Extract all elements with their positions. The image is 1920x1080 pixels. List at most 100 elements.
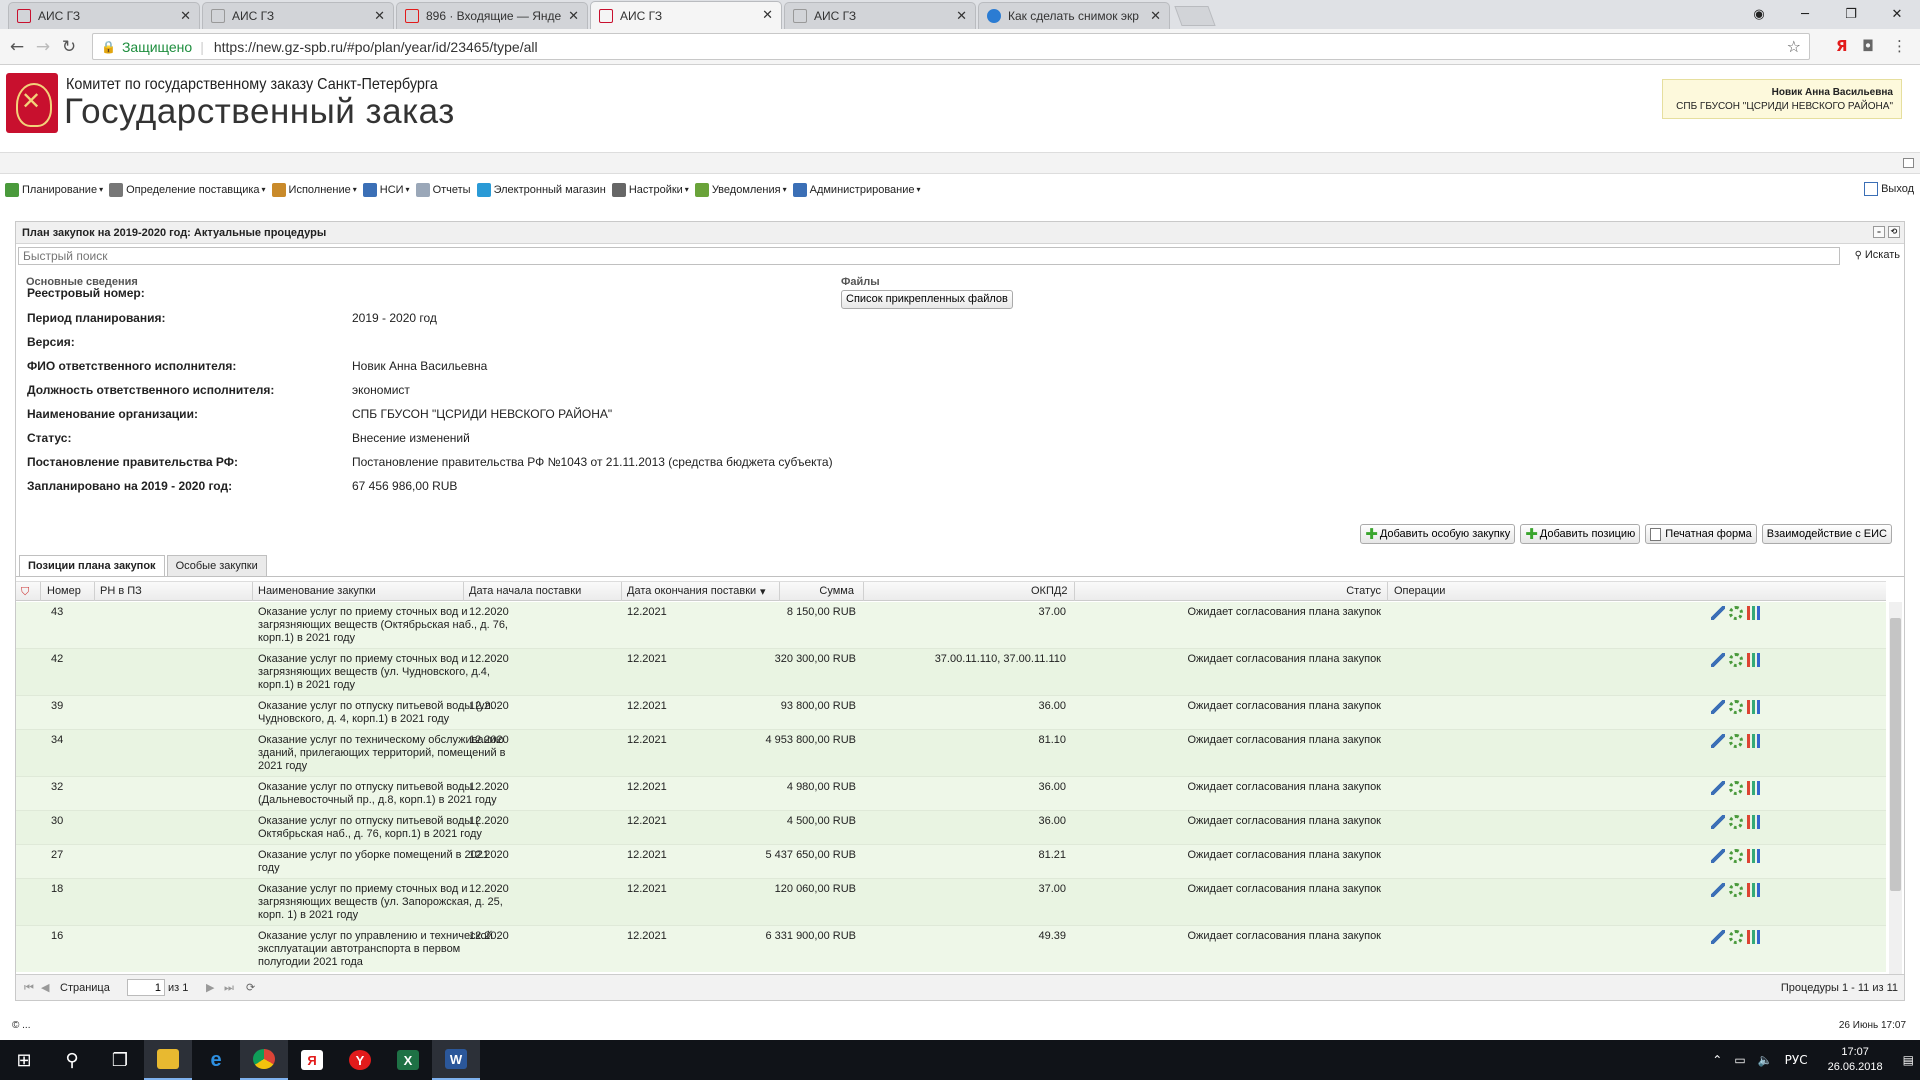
tab-special-purchases[interactable]: Особые закупки [166,555,267,576]
ie-icon[interactable]: e [192,1040,240,1080]
col-number[interactable]: Номер [47,585,81,597]
quick-search-input[interactable] [18,247,1840,265]
settings-gear-icon[interactable] [1729,930,1743,944]
edit-icon[interactable] [1711,883,1725,897]
settings-gear-icon[interactable] [1729,606,1743,620]
col-end-date[interactable]: Дата окончания поставки [627,585,756,597]
excel-icon[interactable]: X [384,1040,432,1080]
last-page-icon[interactable]: ⏭ [224,981,234,995]
browser-tab-4[interactable]: АИС ГЗ ✕ [590,1,782,29]
col-status[interactable]: Статус [1341,585,1381,597]
menu-item-9[interactable]: Администрирование ▾ [792,182,921,197]
table-row[interactable]: 39 Оказание услуг по отпуску питьевой вод… [16,696,1886,730]
settings-gear-icon[interactable] [1729,883,1743,897]
grid-scrollbar-thumb[interactable] [1890,618,1901,891]
close-window-button[interactable]: ✕ [1874,7,1920,22]
bar-chart-icon[interactable] [1747,883,1761,897]
bar-chart-icon[interactable] [1747,700,1761,714]
windows-start-icon[interactable]: ⊞ [0,1040,48,1080]
chrome-menu-icon[interactable]: ⋮ [1892,37,1907,55]
tab-close-icon[interactable]: ✕ [374,9,385,24]
chrome-icon[interactable] [240,1040,288,1080]
next-page-icon[interactable]: ▶ [206,981,214,994]
logout-button[interactable]: Выход [1864,182,1914,196]
clear-filter-icon[interactable]: ⛉ [21,585,29,599]
attached-files-button[interactable]: Список прикрепленных файлов [841,290,1013,309]
edit-icon[interactable] [1711,653,1725,667]
minimize-button[interactable]: ─ [1782,7,1828,22]
maximize-button[interactable]: ❐ [1828,7,1874,22]
bar-chart-icon[interactable] [1747,606,1761,620]
menu-item-2[interactable]: Определение поставщика ▾ [109,182,266,197]
edit-icon[interactable] [1711,849,1725,863]
table-row[interactable]: 16 Оказание услуг по управлению и техниче… [16,926,1886,972]
col-start-date[interactable]: Дата начала поставки [469,585,581,597]
yandex-icon[interactable]: Я [288,1040,336,1080]
new-tab-button[interactable] [1174,6,1216,26]
edit-icon[interactable] [1711,606,1725,620]
browser-tab-5[interactable]: АИС ГЗ ✕ [784,2,976,29]
menu-item-3[interactable]: Исполнение ▾ [271,182,357,197]
print-form-button[interactable]: Печатная форма [1645,524,1757,544]
extension-icon[interactable]: ◘ [1862,37,1874,55]
first-page-icon[interactable]: ⏮ [24,981,34,995]
bar-chart-icon[interactable] [1747,781,1761,795]
clock[interactable]: 17:07 26.06.2018 [1828,1045,1883,1075]
settings-gear-icon[interactable] [1729,849,1743,863]
menu-item-1[interactable]: Планирование ▾ [5,182,103,197]
edit-icon[interactable] [1711,815,1725,829]
edit-icon[interactable] [1711,781,1725,795]
back-button[interactable]: ← [4,37,30,57]
search-button[interactable]: ⚲ Искать [1855,249,1900,261]
edit-icon[interactable] [1711,700,1725,714]
settings-gear-icon[interactable] [1729,781,1743,795]
refresh-icon[interactable]: ⟳ [246,981,255,994]
tab-close-icon[interactable]: ✕ [1150,9,1161,24]
col-okpd[interactable]: ОКПД2 [1031,585,1067,597]
collapse-header-button[interactable] [1903,158,1914,168]
table-row[interactable]: 42 Оказание услуг по приему сточных вод и… [16,649,1886,696]
bar-chart-icon[interactable] [1747,653,1761,667]
notifications-icon[interactable]: ▤ [1903,1053,1914,1067]
profile-icon[interactable]: ◉ [1736,7,1782,22]
browser-tab-1[interactable]: АИС ГЗ ✕ [8,2,200,29]
menu-item-6[interactable]: Электронный магазин [476,182,606,197]
table-row[interactable]: 32 Оказание услуг по отпуску питьевой вод… [16,777,1886,811]
col-rn[interactable]: РН в ПЗ [100,585,142,597]
forward-button[interactable]: → [30,37,56,57]
language-indicator[interactable]: РУС [1785,1053,1808,1067]
edit-icon[interactable] [1711,734,1725,748]
address-bar[interactable]: 🔒 Защищено | https://new.gz-spb.ru/#po/p… [92,33,1810,60]
page-number-input[interactable] [127,979,165,996]
table-row[interactable]: 30 Оказание услуг по отпуску питьевой вод… [16,811,1886,845]
prev-page-icon[interactable]: ◀ [41,981,49,994]
edit-icon[interactable] [1711,930,1725,944]
panel-collapse-icon[interactable]: – [1873,226,1885,238]
eis-interaction-button[interactable]: Взаимодействие с ЕИС [1761,524,1892,544]
tab-close-icon[interactable]: ✕ [568,9,579,24]
col-sum[interactable]: Сумма [804,585,854,597]
menu-item-5[interactable]: Отчеты [415,182,471,197]
bar-chart-icon[interactable] [1747,734,1761,748]
table-row[interactable]: 27 Оказание услуг по уборке помещений в 2… [16,845,1886,879]
menu-item-4[interactable]: НСИ ▾ [362,182,410,197]
task-view-icon[interactable]: ❐ [96,1040,144,1080]
menu-item-7[interactable]: Настройки ▾ [611,182,689,197]
bar-chart-icon[interactable] [1747,930,1761,944]
yandex-browser-icon[interactable]: Y [336,1040,384,1080]
explorer-icon[interactable] [144,1040,192,1080]
settings-gear-icon[interactable] [1729,815,1743,829]
table-row[interactable]: 34 Оказание услуг по техническому обслужи… [16,730,1886,777]
bar-chart-icon[interactable] [1747,815,1761,829]
reload-button[interactable]: ↻ [56,37,82,57]
add-special-purchase-button[interactable]: ✚ Добавить особую закупку [1360,524,1516,544]
bar-chart-icon[interactable] [1747,849,1761,863]
network-icon[interactable]: ▭ [1734,1053,1745,1067]
settings-gear-icon[interactable] [1729,653,1743,667]
word-icon[interactable]: W [432,1040,480,1080]
volume-icon[interactable]: 🔈 [1758,1053,1773,1067]
menu-item-8[interactable]: Уведомления ▾ [694,182,787,197]
browser-tab-6[interactable]: Как сделать снимок экр ✕ [978,2,1170,29]
tab-plan-positions[interactable]: Позиции плана закупок [19,555,165,577]
tab-close-icon[interactable]: ✕ [956,9,967,24]
